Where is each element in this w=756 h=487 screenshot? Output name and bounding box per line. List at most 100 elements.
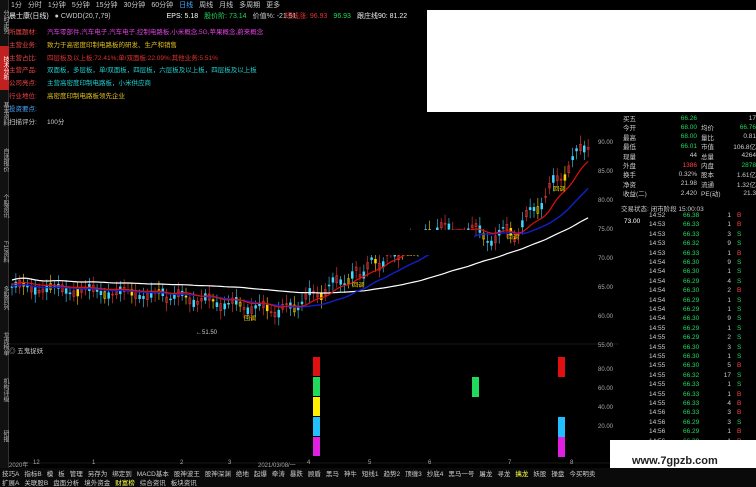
candle-body: [300, 301, 304, 305]
left-tab[interactable]: 机构评级: [0, 368, 9, 412]
indicator-tab[interactable]: 抄底4: [427, 468, 444, 478]
price-tick: 85.00: [598, 169, 614, 175]
extension-tab[interactable]: 境外资金: [84, 477, 110, 487]
period-tab[interactable]: 1分钟: [48, 0, 66, 10]
tick-row: 14:54 66.30 1 S: [649, 267, 756, 276]
tick-price: 66.33: [683, 400, 700, 408]
price-tick: 75.00: [598, 227, 614, 233]
left-tab[interactable]: 龙虎榜单: [0, 322, 9, 366]
tick-row: 14:55 66.33 4 B: [649, 399, 756, 408]
candle-body: [447, 223, 451, 230]
period-tab[interactable]: 5分钟: [72, 0, 90, 10]
tick-price: 66.33: [683, 230, 700, 238]
candle-body: [563, 174, 567, 181]
tick-row: 14:55 66.30 1 S: [649, 352, 756, 361]
indicator-tab[interactable]: 黑马: [326, 468, 339, 478]
tick-volume: 1: [727, 268, 731, 276]
left-tab[interactable]: F10资料: [0, 230, 9, 274]
price-tick: 55.00: [598, 343, 614, 349]
tick-volume: 9: [727, 259, 731, 267]
left-tab[interactable]: 个股资讯: [0, 184, 9, 228]
tick-row: 14:54 66.30 9 S: [649, 314, 756, 323]
indicator-tab[interactable]: 擒龙: [515, 468, 528, 478]
buy-signal-label: 回调: [244, 314, 256, 322]
date-tick: 4: [307, 460, 311, 466]
tick-side: S: [737, 277, 742, 285]
quote-value2: 17: [748, 114, 756, 122]
candle-body: [227, 302, 230, 305]
period-tab[interactable]: 月线: [219, 0, 233, 10]
extension-tab[interactable]: 盘面分析: [53, 477, 79, 487]
left-tab[interactable]: 基本资料: [0, 92, 9, 136]
candle-body: [490, 240, 493, 246]
left-tab[interactable]: 研报: [0, 414, 9, 458]
candle-body: [308, 288, 311, 296]
candle-body: [142, 296, 145, 299]
tick-side: B: [737, 212, 742, 220]
tick-row: 14:56 66.33 3 B: [649, 408, 756, 417]
indicator-tab[interactable]: 今买明卖: [569, 468, 595, 478]
tick-side: S: [737, 268, 742, 276]
indicator-tab[interactable]: 屠龙: [479, 468, 492, 478]
extension-tab[interactable]: 板块资讯: [171, 477, 197, 487]
period-tab[interactable]: 周线: [199, 0, 213, 10]
tick-side: S: [737, 381, 742, 389]
candle-body: [583, 145, 586, 153]
indicator-tab[interactable]: 神牛: [344, 468, 357, 478]
quote-key2: PE(动): [701, 191, 721, 199]
date-tick: 6: [428, 460, 432, 466]
info-text: 双面板，多层板，单/双面板，四层板，六层板及以上板，四层板及以上板: [47, 67, 257, 75]
tick-time: 14:55: [649, 381, 666, 389]
extension-tab[interactable]: 综合资讯: [140, 477, 166, 487]
indicator-tab[interactable]: 牵涛: [272, 468, 285, 478]
period-tab[interactable]: 多周期: [239, 0, 260, 10]
period-tab[interactable]: 日线: [179, 0, 193, 10]
period-tab[interactable]: 1分: [11, 0, 22, 10]
period-tab[interactable]: 30分钟: [124, 0, 146, 10]
indicator-tab[interactable]: 起爆: [254, 468, 267, 478]
tick-time: 14:54: [649, 287, 666, 295]
indicator-tab[interactable]: 顾盾: [308, 468, 321, 478]
candle-body: [254, 305, 257, 309]
signal-bar: [313, 437, 320, 456]
indicator-tab[interactable]: 股神深渊: [205, 468, 231, 478]
quote-value: 44: [689, 152, 697, 160]
tick-volume: 17: [723, 371, 731, 379]
kline-chart[interactable]: 回调回调回调回调回调回调: [9, 110, 619, 345]
quote-value: 0.32%: [678, 170, 697, 178]
left-tab[interactable]: 分时走势: [0, 0, 9, 44]
left-tab[interactable]: 多股同列: [0, 276, 9, 320]
indicator-tab[interactable]: 暴跌: [290, 468, 303, 478]
period-tab[interactable]: 分时: [28, 0, 42, 10]
info-text: 主营高密度印制电路板，小米供应商: [47, 80, 151, 88]
tick-time: 14:56: [649, 418, 666, 426]
tick-time: 14:55: [649, 362, 666, 370]
extension-tab[interactable]: 关联股B: [24, 477, 48, 487]
tick-volume: 1: [727, 212, 731, 220]
signal-bar: [313, 357, 320, 376]
tick-time: 14:55: [649, 371, 666, 379]
tick-time: 14:53: [649, 240, 666, 248]
period-tab[interactable]: 60分钟: [151, 0, 173, 10]
extension-tab[interactable]: 扩展A: [2, 477, 19, 487]
blank-area: [427, 10, 756, 112]
last-price: 73.00: [624, 217, 641, 225]
tick-row: 14:56 66.29 3S: [649, 418, 756, 427]
indicator-tab[interactable]: 趋势2: [383, 468, 400, 478]
extension-tab[interactable]: 财富榜: [115, 477, 135, 487]
indicator-tab[interactable]: 寻龙: [497, 468, 510, 478]
sub-indicator-chart[interactable]: [9, 352, 619, 464]
info-row: 公司亮点: 主营高密度印制电路板，小米供应商: [9, 76, 151, 88]
indicator-tab[interactable]: 黑马一号: [448, 468, 474, 478]
indicator-tab[interactable]: 操盘: [551, 468, 564, 478]
indicator-tab[interactable]: 顶缠3: [405, 468, 422, 478]
quote-key: 收益(二): [623, 191, 647, 199]
tick-volume: 1: [727, 353, 731, 361]
indicator-tab[interactable]: 短线1: [362, 468, 379, 478]
left-tab[interactable]: 自选报价: [0, 138, 9, 182]
indicator-tab[interactable]: 绝地: [236, 468, 249, 478]
period-tab[interactable]: 更多: [266, 0, 280, 10]
indicator-tab[interactable]: 妖股: [533, 468, 546, 478]
left-tab[interactable]: 技术分析: [0, 46, 9, 90]
period-tab[interactable]: 15分钟: [96, 0, 118, 10]
